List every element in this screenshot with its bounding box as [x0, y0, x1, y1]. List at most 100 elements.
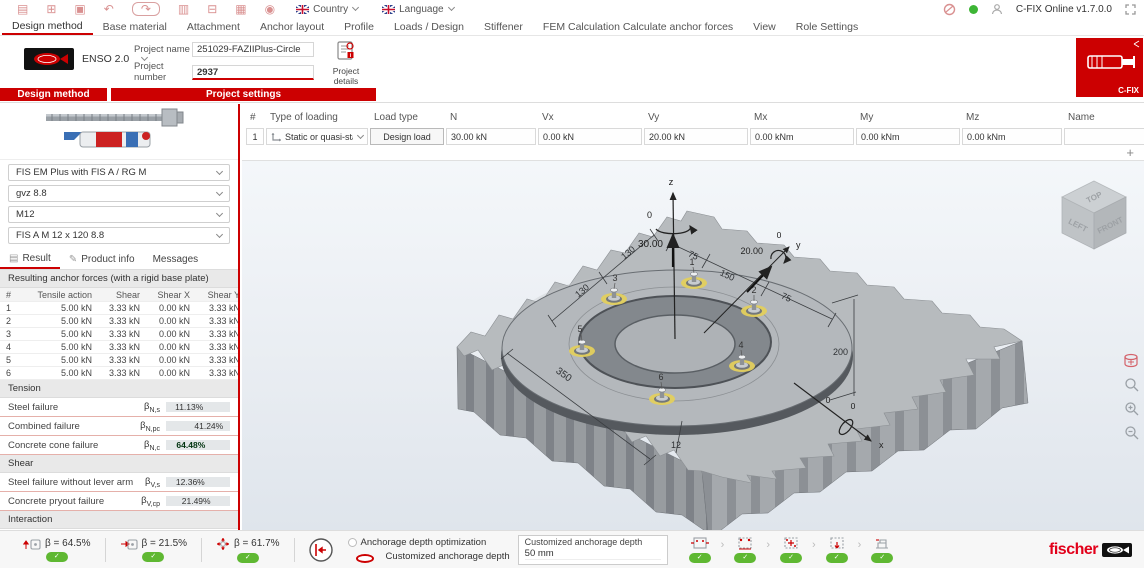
radio-customized-depth[interactable]: Customized anchorage depth [348, 550, 510, 563]
tab-messages[interactable]: Messages [144, 249, 208, 269]
svg-text:0: 0 [851, 401, 856, 411]
project-name-field[interactable]: 251029-FAZIIPlus-Circle [192, 42, 314, 57]
step-base-material[interactable] [689, 536, 711, 563]
undo-icon[interactable]: ↶ [104, 3, 114, 15]
svg-text:z: z [669, 177, 674, 188]
load-vy-field[interactable]: 20.00 kN [644, 128, 748, 145]
new-document-icon[interactable]: ▤ [17, 3, 28, 15]
utilization-row-steel-failure-no-lever: Steel failure without lever arm βV,s 12.… [0, 473, 238, 492]
load-row: 1 Static or quasi-static Design load 30.… [246, 128, 1140, 145]
product-info-icon: ✎ [69, 254, 77, 265]
design-load-button[interactable]: Design load [370, 128, 444, 145]
result-table-title: Resulting anchor forces (with a rigid ba… [0, 270, 238, 288]
tab-base-material[interactable]: Base material [93, 18, 177, 35]
video-tutorial-icon[interactable]: ◉ [265, 3, 275, 15]
product-size-select[interactable]: FIS A M 12 x 120 8.8 [8, 227, 230, 244]
user-icon[interactable] [991, 3, 1003, 15]
tab-profile[interactable]: Profile [334, 18, 384, 35]
tab-product-info[interactable]: ✎Product info [60, 249, 144, 269]
project-details-icon: i [335, 40, 357, 62]
load-mz-field[interactable]: 0.00 kNm [962, 128, 1062, 145]
tab-attachment[interactable]: Attachment [177, 18, 250, 35]
radio-depth-optimization[interactable]: Anchorage depth optimization [348, 537, 510, 548]
tab-loads-design[interactable]: Loads / Design [384, 18, 474, 35]
zoom-in-icon[interactable] [1124, 401, 1139, 416]
support-icon[interactable] [943, 3, 956, 16]
cfix-product-logo[interactable]: C-FIX [1076, 38, 1143, 97]
open-project-icon[interactable]: ⊞ [46, 3, 56, 15]
customized-anchorage-depth-field[interactable]: Customized anchorage depth 50 mm [518, 535, 668, 565]
load-name-field[interactable] [1064, 128, 1144, 145]
utilization-row-combined-failure: Combined failure βN,pc 41.24% [0, 417, 238, 436]
fischer-logo-icon [24, 48, 74, 70]
viewport-tools [1123, 353, 1139, 440]
model-viewport[interactable]: 1 2 3 4 5 6 130 130 75 150 75 350 200 12 [242, 161, 1144, 530]
calculator-icon[interactable]: ▥ [178, 3, 189, 15]
cfix-label: C-FIX [1118, 86, 1139, 95]
anchor-family-select[interactable]: FIS EM Plus with FIS A / RG M [8, 164, 230, 181]
table-row: 35.00 kN3.33 kN0.00 kN3.33 kN [0, 328, 238, 341]
tab-design-method[interactable]: Design method [2, 18, 93, 35]
load-n-field[interactable]: 30.00 kN [446, 128, 536, 145]
check-badge [780, 553, 802, 563]
app-version-label: C-FIX Online v1.7.0.0 [1016, 4, 1112, 15]
project-name-label: Project name [134, 44, 192, 55]
design-method-selector[interactable]: ENSO 2.0 [24, 48, 147, 70]
online-status-icon [969, 5, 978, 14]
tab-fem-calculation[interactable]: FEM Calculation Calculate anchor forces [533, 18, 743, 35]
tension-utilization: β = 64.5% [23, 538, 91, 562]
fischer-fish-logo [1102, 543, 1132, 557]
depth-field-value[interactable]: 50 mm [525, 548, 661, 560]
table-row: 65.00 kN3.33 kN0.00 kN3.33 kN [0, 367, 238, 380]
svg-text:5: 5 [577, 324, 582, 334]
fullscreen-icon[interactable] [1125, 4, 1136, 15]
check-badge [826, 553, 848, 563]
step-anchor-layout[interactable] [780, 536, 802, 563]
method-selector-label: ENSO 2.0 [82, 53, 129, 65]
3d-view-icon[interactable] [1123, 353, 1139, 368]
zoom-out-icon[interactable] [1124, 425, 1139, 440]
tab-view[interactable]: View [743, 18, 786, 35]
redo-icon[interactable]: ↷ [132, 2, 160, 16]
step-anchor-plate[interactable] [734, 536, 756, 563]
utilization-bar: 41.24% [166, 421, 230, 431]
svg-text:0: 0 [777, 230, 782, 240]
step-loads[interactable] [826, 536, 848, 563]
cfix-anchor-icon [1076, 38, 1143, 86]
tab-stiffener[interactable]: Stiffener [474, 18, 533, 35]
tab-result[interactable]: ▤Result [0, 249, 60, 269]
tension-icon [23, 538, 41, 550]
check-badge [734, 553, 756, 563]
chevron-down-icon [216, 188, 223, 195]
load-my-field[interactable]: 0.00 kNm [856, 128, 960, 145]
project-details-label: Project details [320, 66, 372, 86]
print-icon[interactable]: ⊟ [207, 3, 217, 15]
language-dropdown[interactable]: Language [382, 4, 454, 15]
type-of-loading-select[interactable]: Static or quasi-static [266, 128, 368, 145]
load-axes-icon [271, 132, 282, 142]
svg-text:y: y [796, 240, 801, 250]
project-number-field[interactable]: 2937 [192, 65, 314, 80]
3d-scene: 1 2 3 4 5 6 130 130 75 150 75 350 200 12 [242, 161, 1144, 530]
diameter-select[interactable]: M12 [8, 206, 230, 223]
project-details-button[interactable]: i Project details [320, 40, 372, 86]
load-table-icon[interactable]: ▦ [235, 3, 246, 15]
table-header-row: #Tensile actionShearShear XShear Y [0, 288, 238, 302]
load-vx-field[interactable]: 0.00 kN [538, 128, 642, 145]
load-mx-field[interactable]: 0.00 kNm [750, 128, 854, 145]
tab-anchor-layout[interactable]: Anchor layout [250, 18, 334, 35]
status-bar: β = 64.5% β = 21.5% β = 61.7% Anchorage … [0, 530, 1144, 568]
check-badge [871, 553, 893, 563]
step-profile[interactable] [871, 536, 893, 563]
country-dropdown[interactable]: Country [296, 4, 358, 15]
coating-select[interactable]: gvz 8.8 [8, 185, 230, 202]
add-load-button[interactable]: + [1126, 146, 1134, 159]
svg-text:30.00: 30.00 [638, 239, 663, 250]
tab-role-settings[interactable]: Role Settings [786, 18, 868, 35]
svg-text:20.00: 20.00 [740, 246, 763, 256]
shear-beta-label: β = 21.5% [142, 538, 188, 549]
zoom-fit-icon[interactable] [1124, 377, 1139, 392]
utilization-row-concrete-cone-failure: Concrete cone failure βN,c 64.48% [0, 436, 238, 455]
result-tab-strip: ▤Result ✎Product info Messages [0, 249, 238, 270]
save-icon[interactable]: ▣ [74, 3, 85, 15]
